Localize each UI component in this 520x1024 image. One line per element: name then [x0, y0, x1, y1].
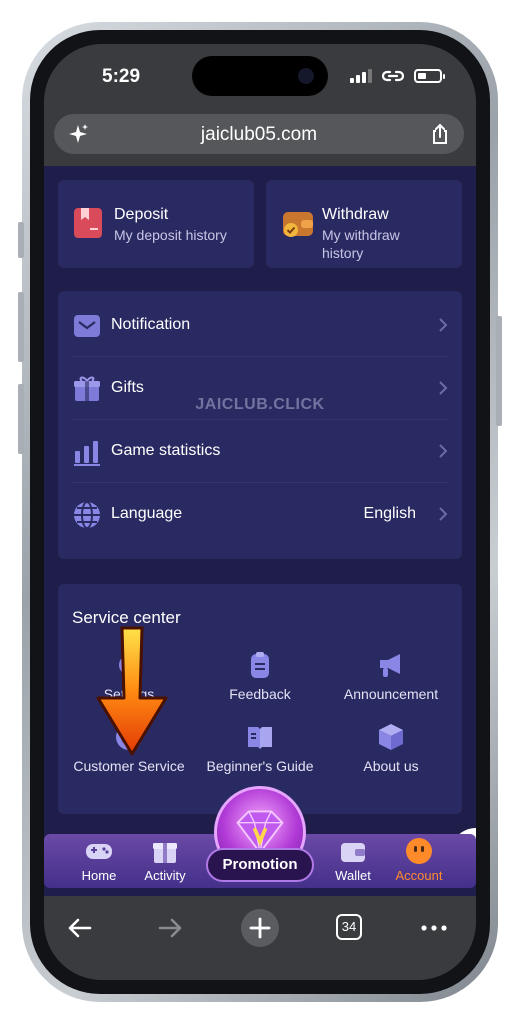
- url-text[interactable]: jaiclub05.com: [54, 124, 464, 146]
- chevron-right-icon: [439, 507, 448, 521]
- tab-wallet[interactable]: Wallet: [318, 836, 388, 883]
- service-item-label: Customer Service: [73, 758, 185, 774]
- wallet-withdraw-icon: [283, 212, 313, 237]
- browser-address-area: jaiclub05.com: [44, 110, 476, 166]
- settings-menu: Notification Gifts Game statistics Langu…: [58, 291, 462, 559]
- chevron-right-icon: [439, 381, 448, 395]
- deposit-card[interactable]: Deposit My deposit history: [58, 180, 254, 268]
- volume-up-button: [18, 292, 24, 362]
- service-item-label: About us: [363, 758, 419, 774]
- gift-box-icon: [153, 843, 177, 863]
- book-icon: [248, 727, 272, 749]
- tabs-count-button[interactable]: 34: [336, 914, 362, 940]
- chevron-right-icon: [439, 318, 448, 332]
- menu-item-label: Game statistics: [111, 442, 221, 459]
- deposit-title: Deposit: [114, 206, 169, 223]
- service-item-feedback[interactable]: Feedback: [193, 650, 327, 702]
- battery-icon: [414, 69, 445, 83]
- share-icon[interactable]: [428, 122, 452, 146]
- dynamic-island: [192, 56, 328, 96]
- tab-label: Promotion: [222, 856, 298, 873]
- envelope-icon: [74, 315, 100, 337]
- service-item-beginners-guide[interactable]: Beginner's Guide: [193, 722, 327, 774]
- withdraw-subtitle: My withdraw history: [322, 227, 400, 261]
- tab-label: Account: [395, 868, 443, 883]
- tab-activity[interactable]: Activity: [130, 836, 200, 883]
- account-avatar-icon: [406, 838, 432, 864]
- globe-icon: [74, 501, 100, 529]
- wallet-icon: [341, 843, 365, 862]
- browser-toolbar: 34: [44, 896, 476, 980]
- chevron-right-icon: [439, 444, 448, 458]
- service-item-about-us[interactable]: About us: [324, 722, 458, 774]
- power-button: [496, 316, 502, 426]
- service-item-label: Feedback: [229, 686, 291, 702]
- volume-down-button: [18, 384, 24, 454]
- new-tab-icon[interactable]: [240, 908, 280, 948]
- cube-icon: [379, 724, 403, 750]
- status-icons: [350, 68, 445, 84]
- tab-promotion[interactable]: Promotion: [206, 848, 314, 882]
- tab-home[interactable]: Home: [64, 836, 134, 883]
- signal-icon: [350, 69, 372, 83]
- language-value: English: [363, 505, 416, 522]
- menu-item-game-statistics[interactable]: Game statistics: [58, 420, 462, 483]
- back-icon[interactable]: [62, 910, 98, 946]
- action-button: [18, 222, 24, 258]
- tab-label: Activity: [144, 868, 186, 883]
- account-page-content: Deposit My deposit history Withdraw My w…: [44, 166, 476, 880]
- address-bar[interactable]: jaiclub05.com: [54, 114, 464, 154]
- tab-label: Wallet: [335, 868, 371, 883]
- gamepad-icon: [86, 844, 112, 859]
- menu-item-label: Language: [111, 505, 183, 522]
- tab-account[interactable]: Account: [384, 836, 454, 883]
- menu-item-label: Notification: [111, 316, 191, 333]
- pointer-arrow-icon: [96, 626, 168, 756]
- withdraw-title: Withdraw: [322, 206, 389, 223]
- status-time: 5:29: [102, 66, 141, 87]
- status-bar: 5:29: [44, 44, 476, 110]
- service-center-title: Service center: [72, 608, 181, 627]
- megaphone-icon: [380, 654, 400, 677]
- camera-icon: [298, 68, 314, 84]
- clipboard-icon: [251, 652, 269, 678]
- menu-item-language[interactable]: Language English: [58, 483, 462, 546]
- more-options-icon[interactable]: [416, 910, 452, 946]
- menu-item-label: Gifts: [111, 379, 144, 396]
- service-item-label: Beginner's Guide: [206, 758, 314, 774]
- watermark-text: JAICLUB.CLICK: [195, 396, 325, 413]
- deposit-icon: [74, 208, 102, 238]
- withdraw-card[interactable]: Withdraw My withdraw history: [266, 180, 462, 268]
- forward-icon[interactable]: [152, 910, 188, 946]
- service-item-label: Announcement: [343, 686, 439, 702]
- link-icon: [382, 70, 404, 82]
- menu-item-notification[interactable]: Notification: [58, 294, 462, 357]
- tab-label: Home: [81, 868, 117, 883]
- deposit-subtitle: My deposit history: [114, 227, 227, 243]
- phone-screen: 5:29 jaiclub05.com Deposit My deposit hi…: [44, 44, 476, 980]
- service-item-announcement[interactable]: Announcement: [324, 650, 458, 702]
- bar-chart-icon: [74, 441, 100, 466]
- bottom-tab-bar: Home Activity Promotion Wallet Account: [44, 786, 476, 896]
